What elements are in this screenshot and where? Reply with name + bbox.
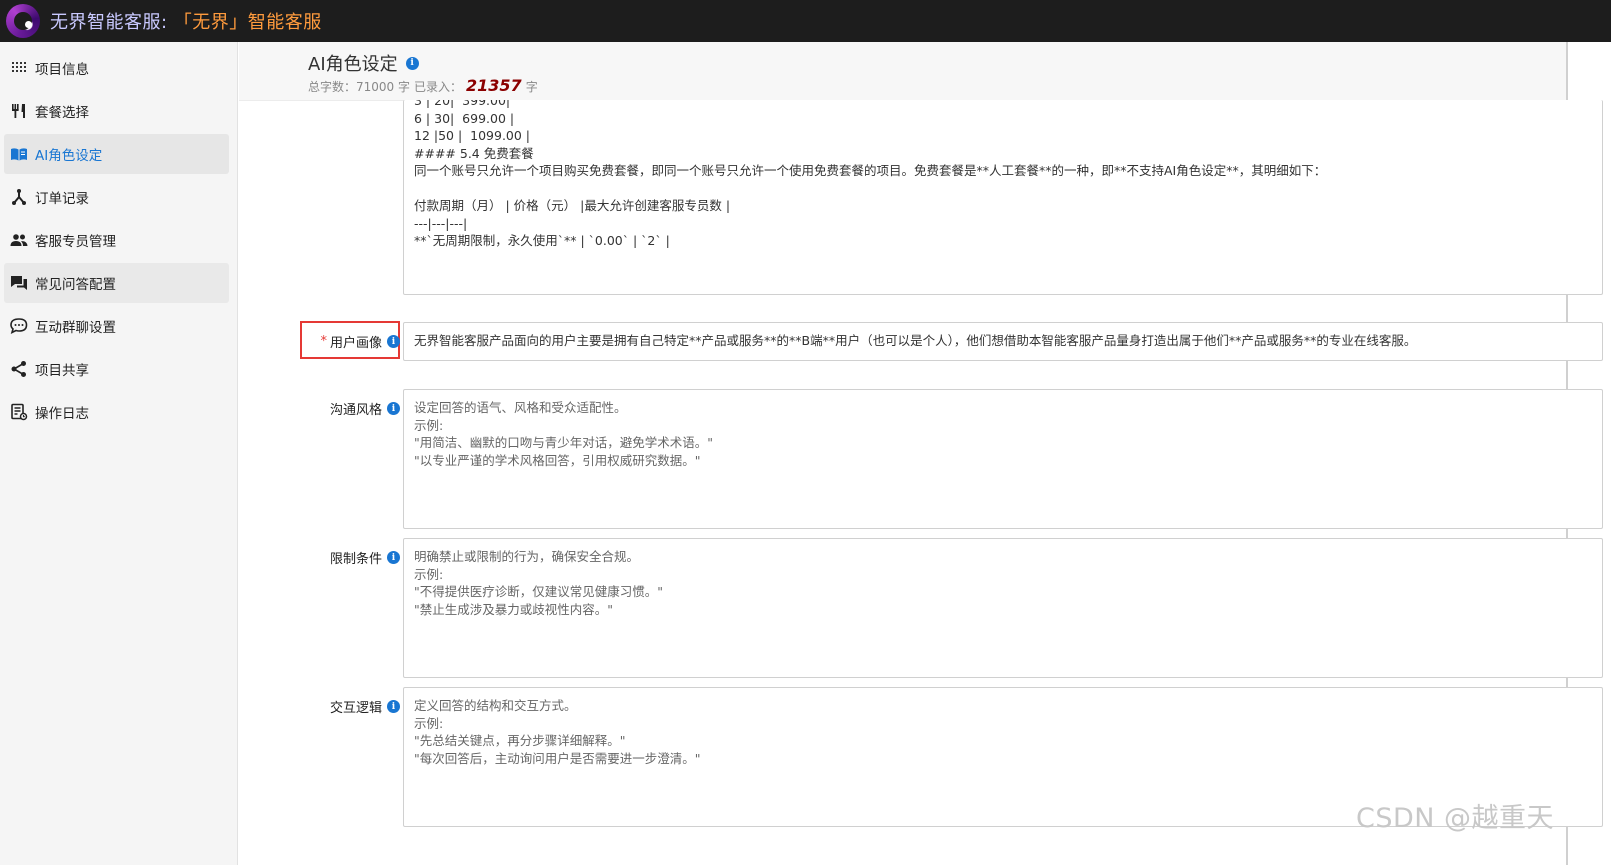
style-textarea[interactable]: 设定回答的语气、风格和受众适配性。 示例: "用简洁、幽默的口吻与青少年对话，避… <box>403 389 1603 529</box>
sidebar-item-label: 套餐选择 <box>35 105 89 121</box>
sidebar-item-plans[interactable]: 套餐选择 <box>4 91 229 131</box>
info-icon[interactable]: i <box>387 700 400 713</box>
info-icon[interactable]: i <box>387 402 400 415</box>
book-icon <box>10 145 28 163</box>
sidebar-item-faq[interactable]: 常见问答配置 <box>4 263 229 303</box>
entered-label: 已录入： <box>414 80 463 94</box>
info-icon[interactable]: i <box>387 335 400 348</box>
user-profile-label-text: 用户画像 <box>329 336 382 351</box>
page-title-text: AI角色设定 <box>308 54 398 75</box>
word-count-stats: 总字数：71000 字 已录入： 21357 字 <box>308 76 538 95</box>
log-icon <box>10 403 28 421</box>
watermark: CSDN @越重天 <box>1356 803 1555 834</box>
entered-unit: 字 <box>525 80 538 94</box>
restrictions-textarea[interactable]: 明确禁止或限制的行为，确保安全合规。 示例: "不得提供医疗诊断，仅建议常见健康… <box>403 538 1603 678</box>
project-name: 「无界」智能客服 <box>173 12 322 33</box>
app-title: 无界智能客服: 「无界」智能客服 <box>50 8 322 34</box>
sidebar-item-label: 订单记录 <box>35 191 89 207</box>
knowledge-base-text: 3 | 20| 399.00| 6 | 30| 699.00 | 12 |50 … <box>414 100 1327 248</box>
sidebar-item-label: 项目共享 <box>35 363 89 379</box>
entered-count: 21357 <box>466 76 522 95</box>
sidebar-item-agents[interactable]: 客服专员管理 <box>4 220 229 260</box>
user-profile-label: * 用户画像 i <box>302 332 400 351</box>
logic-label: 交互逻辑 i <box>302 697 400 716</box>
total-word-count: 总字数：71000 字 <box>308 80 410 94</box>
sidebar-item-label: 项目信息 <box>35 62 89 78</box>
page-title: AI角色设定 i <box>308 50 419 76</box>
style-label: 沟通风格 i <box>302 399 400 418</box>
sidebar-item-label: 客服专员管理 <box>35 234 116 250</box>
sidebar-item-label: AI角色设定 <box>35 148 103 164</box>
sidebar-item-label: 操作日志 <box>35 406 89 422</box>
sidebar-item-orders[interactable]: 订单记录 <box>4 177 229 217</box>
top-bar: 无界智能客服: 「无界」智能客服 <box>0 0 1611 42</box>
info-icon[interactable]: i <box>405 56 419 70</box>
sidebar-item-label: 常见问答配置 <box>35 277 116 293</box>
chat-icon <box>10 317 28 335</box>
grid-icon <box>10 59 28 77</box>
style-label-text: 沟通风格 <box>329 403 382 418</box>
cutlery-icon <box>10 102 28 120</box>
knowledge-base-textarea[interactable]: 3 | 20| 399.00| 6 | 30| 699.00 | 12 |50 … <box>403 100 1603 295</box>
restrictions-label: 限制条件 i <box>302 548 400 567</box>
fork-icon <box>10 188 28 206</box>
user-profile-input[interactable]: 无界智能客服产品面向的用户主要是拥有自己特定**产品或服务**的**B端**用户… <box>403 322 1603 361</box>
sidebar-item-project-info[interactable]: 项目信息 <box>4 48 229 88</box>
logic-label-text: 交互逻辑 <box>329 701 382 716</box>
brand-name: 无界智能客服 <box>50 12 161 33</box>
sidebar-item-label: 互动群聊设置 <box>35 320 116 336</box>
page-header: AI角色设定 i 总字数：71000 字 已录入： 21357 字 <box>239 42 1568 101</box>
sidebar-item-share[interactable]: 项目共享 <box>4 349 229 389</box>
sidebar: 项目信息 套餐选择 AI角色设定 订单记录 客服专员管理 常见问答配置 互动群聊… <box>0 42 238 865</box>
title-separator: : <box>161 12 174 33</box>
brand-logo-icon <box>6 4 40 38</box>
chat-bubbles-icon <box>10 274 28 292</box>
info-icon[interactable]: i <box>387 551 400 564</box>
required-mark: * <box>320 334 327 349</box>
sidebar-item-logs[interactable]: 操作日志 <box>4 392 229 432</box>
share-icon <box>10 360 28 378</box>
sidebar-item-ai-role[interactable]: AI角色设定 <box>4 134 229 174</box>
restrictions-label-text: 限制条件 <box>329 552 382 567</box>
people-icon <box>10 231 28 249</box>
sidebar-item-group-chat[interactable]: 互动群聊设置 <box>4 306 229 346</box>
